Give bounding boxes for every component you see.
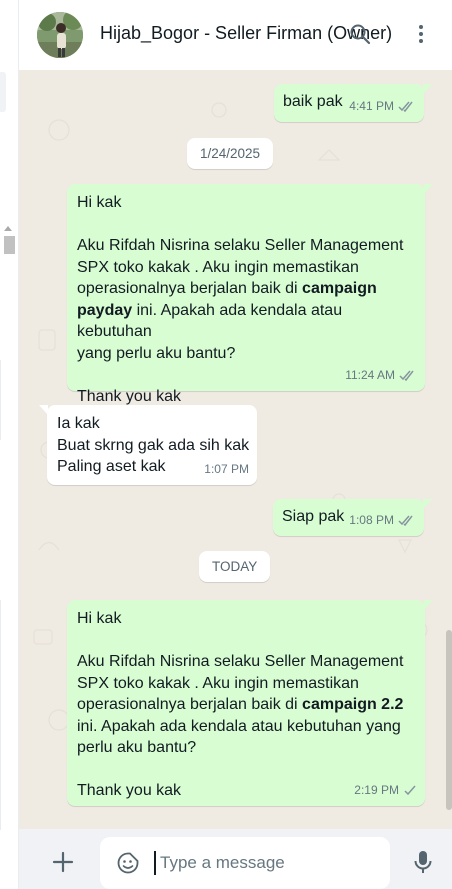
message-line: operasionalnya berjalan baik di campaign — [77, 278, 417, 300]
bubble-tail — [424, 600, 433, 610]
double-check-icon — [399, 370, 414, 381]
left-panel-scrollbar[interactable] — [4, 236, 15, 254]
message-bubble-outgoing[interactable]: Siap pak 1:08 PM — [273, 499, 424, 536]
mic-icon[interactable] — [411, 849, 435, 875]
message-input-box[interactable] — [100, 837, 390, 889]
divider — [0, 600, 1, 830]
sticker-icon[interactable] — [116, 851, 140, 875]
search-icon[interactable] — [348, 22, 372, 46]
message-meta: 4:41 PM — [349, 96, 416, 118]
message-line: Buat skrng gak ada sih kak — [57, 436, 250, 454]
double-check-icon — [398, 515, 413, 526]
message-meta: 1:07 PM — [204, 459, 249, 481]
bubble-tail — [423, 84, 432, 94]
message-line: payday ini. Apakah ada kendala atau kebu… — [77, 300, 417, 343]
message-time: 2:19 PM — [354, 782, 399, 797]
message-composer — [19, 829, 452, 889]
avatar[interactable] — [37, 12, 83, 58]
menu-icon[interactable] — [409, 22, 433, 46]
message-text: operasionalnya berjalan baik di — [77, 280, 303, 297]
bold-text: campaign 2.2 — [302, 696, 404, 713]
message-input[interactable] — [160, 851, 380, 875]
message-line: SPX toko kakak . Aku ingin memastikan — [77, 258, 359, 276]
bold-text: payday — [77, 301, 133, 319]
chat-header[interactable]: Hijab_Bogor - Seller Firman (Owner) — [19, 0, 452, 70]
message-time: 1:07 PM — [204, 461, 249, 476]
message-line: Thank you kak — [77, 387, 182, 405]
single-check-icon — [404, 785, 416, 795]
date-divider: 1/24/2025 — [187, 138, 274, 169]
plus-icon[interactable] — [51, 850, 75, 874]
message-line: Hi kak — [77, 610, 122, 627]
message-meta: 11:24 AM — [345, 365, 417, 387]
message-bubble-outgoing[interactable]: Hi kak Aku Rifdah Nisrina selaku Seller … — [67, 600, 425, 806]
message-meta: 1:08 PM — [349, 510, 416, 532]
bubble-tail — [423, 499, 432, 509]
message-line: perlu aku bantu? — [77, 739, 197, 756]
scroll-up-arrow[interactable] — [4, 226, 12, 231]
divider — [0, 360, 1, 440]
chat-area[interactable]: baik pak 4:41 PM 1/24/2025 Hi kak Aku Ri… — [19, 70, 452, 829]
date-divider: TODAY — [199, 551, 271, 582]
message-time: 4:41 PM — [349, 98, 394, 113]
message-meta: 2:19 PM — [354, 780, 417, 802]
message-text: operasionalnya berjalan baik di — [77, 696, 303, 713]
message-line: ini. Apakah ada kendala atau kebutuhan y… — [77, 717, 401, 735]
message-line: yang perlu aku bantu? — [77, 344, 236, 362]
bold-text: campaign — [302, 280, 377, 297]
message-text: baik pak — [283, 93, 343, 110]
message-line: operasionalnya berjalan baik di campaign… — [77, 694, 417, 716]
left-panel-tab[interactable] — [0, 72, 6, 112]
message-body: Hi kak Aku Rifdah Nisrina selaku Seller … — [77, 608, 417, 802]
message-text: Siap pak — [282, 508, 345, 525]
message-bubble-outgoing[interactable]: Hi kak Aku Rifdah Nisrina selaku Seller … — [67, 184, 425, 405]
message-time: 1:08 PM — [349, 512, 394, 527]
text-cursor — [154, 851, 156, 875]
message-bubble-incoming[interactable]: Ia kak Buat skrng gak ada sih kak Paling… — [47, 405, 257, 485]
left-panel-edge — [0, 0, 19, 889]
double-check-icon — [398, 101, 413, 112]
message-line: Aku Rifdah Nisrina selaku Seller Managem… — [77, 237, 404, 254]
message-time: 11:24 AM — [345, 367, 395, 382]
message-bubble-outgoing[interactable]: baik pak 4:41 PM — [274, 84, 424, 122]
message-line: SPX toko kakak . Aku ingin memastikan — [77, 674, 359, 692]
message-line: Hi kak — [77, 194, 122, 211]
message-line: Ia kak — [57, 415, 100, 432]
bubble-tail — [424, 184, 433, 194]
message-line: Aku Rifdah Nisrina selaku Seller Managem… — [77, 653, 404, 670]
chat-scrollbar[interactable] — [446, 630, 452, 810]
